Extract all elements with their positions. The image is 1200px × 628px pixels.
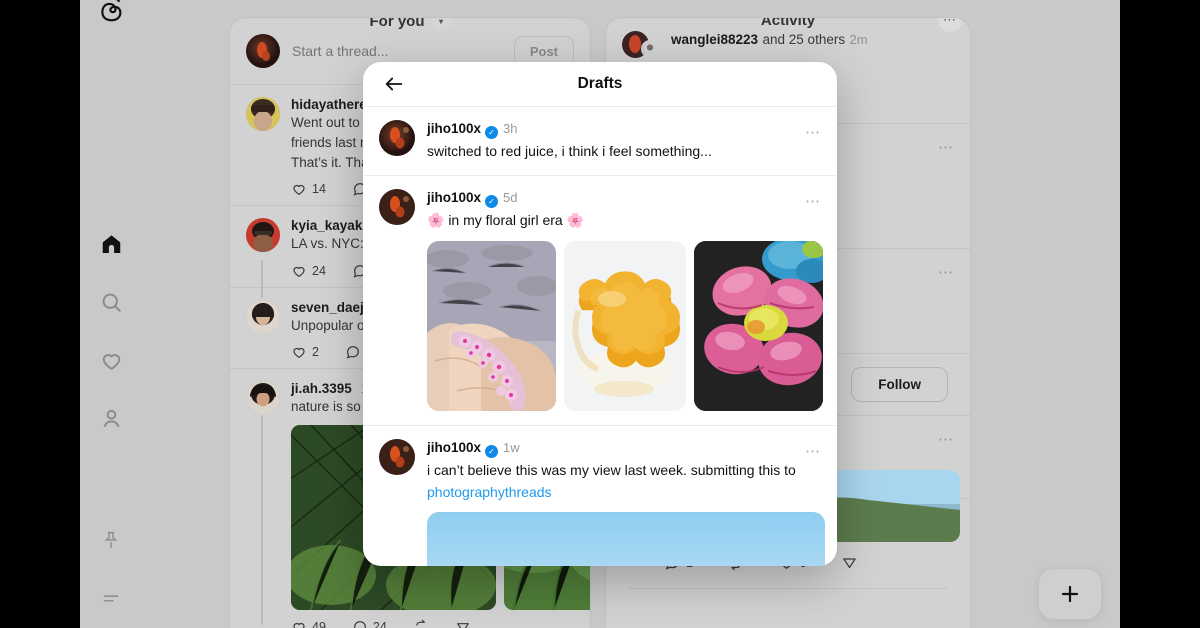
draft-text: switched to red juice, i think i feel so…: [427, 143, 712, 159]
verified-badge-icon: ✓: [485, 195, 499, 209]
ellipsis-icon[interactable]: ⋯: [805, 192, 821, 210]
sidebar: [80, 0, 142, 628]
draft-media-image[interactable]: [564, 240, 686, 411]
feed-column-header: For you ▾: [230, 18, 590, 31]
ellipsis-icon[interactable]: ⋯: [938, 138, 954, 156]
drafts-modal-title: Drafts: [577, 75, 623, 92]
divider: [628, 588, 948, 589]
draft-text: i can’t believe this was my view last we…: [427, 461, 796, 478]
feed-tab-label: For you: [369, 18, 425, 30]
draft-timestamp: 5d: [503, 190, 518, 206]
like-count: 2: [312, 344, 319, 359]
like-action[interactable]: 2: [291, 344, 319, 360]
sidebar-item-activity[interactable]: [89, 338, 133, 382]
pin-icon[interactable]: [89, 518, 133, 562]
draft-timestamp: 1w: [503, 439, 520, 455]
back-arrow-icon[interactable]: [379, 69, 409, 99]
sidebar-primary-nav: [80, 222, 142, 440]
ellipsis-icon[interactable]: ⋯: [805, 123, 821, 141]
thread-connector: [261, 414, 263, 625]
verified-badge-icon: ✓: [485, 444, 499, 458]
activity-timestamp: 2m: [849, 32, 868, 47]
avatar: [622, 31, 660, 63]
create-post-button[interactable]: [1038, 568, 1102, 620]
post-username[interactable]: kyia_kayaks: [291, 218, 370, 233]
drafts-modal-header: Drafts: [363, 62, 837, 107]
avatar[interactable]: [379, 438, 415, 475]
ellipsis-icon[interactable]: ⋯: [938, 430, 954, 448]
draft-media-carousel[interactable]: [427, 240, 823, 411]
verified-badge-icon: ✓: [485, 126, 499, 139]
avatar[interactable]: [246, 218, 280, 253]
draft-tag-link[interactable]: photographythreads: [427, 482, 821, 502]
draft-media-carousel[interactable]: [427, 512, 825, 566]
avatar: [246, 34, 280, 68]
avatar[interactable]: [379, 189, 415, 226]
reply-count: 24: [372, 619, 387, 628]
draft-item[interactable]: ⋯ jiho100x ✓ 1w i can’t believe this was m…: [363, 426, 837, 566]
sidebar-item-search[interactable]: [89, 280, 133, 324]
threads-logo-icon[interactable]: [96, 0, 126, 26]
post-username[interactable]: ji.ah.3395: [291, 381, 352, 396]
activity-username[interactable]: wanglei88223: [671, 32, 758, 47]
draft-text: 🌸 in my floral girl era 🌸: [427, 212, 585, 229]
sidebar-item-home[interactable]: [89, 222, 133, 266]
post-username[interactable]: hidayathere2: [291, 97, 374, 112]
like-action[interactable]: 14: [291, 181, 326, 197]
ellipsis-icon[interactable]: ⋯: [938, 263, 954, 281]
draft-media-image[interactable]: [427, 512, 825, 566]
menu-icon[interactable]: [89, 576, 133, 620]
draft-username[interactable]: jiho100x: [427, 440, 481, 455]
draft-item[interactable]: ⋯ jiho100x ✓ 3h switched to red juice, i t…: [363, 107, 837, 177]
draft-media-image[interactable]: [694, 240, 823, 411]
draft-timestamp: 3h: [503, 121, 518, 136]
repost-action[interactable]: [413, 619, 429, 628]
activity-others: and 25 others: [762, 32, 846, 47]
sidebar-item-profile[interactable]: [89, 396, 133, 440]
avatar[interactable]: [379, 120, 415, 156]
sidebar-secondary-nav: [80, 518, 142, 620]
ellipsis-icon[interactable]: ⋯: [805, 442, 821, 460]
reply-action[interactable]: 24: [352, 619, 387, 628]
drafts-modal: Drafts ⋯ jiho100x ✓ 3h switched to red jui…: [363, 62, 837, 566]
like-count: 14: [312, 182, 326, 197]
share-action[interactable]: [455, 619, 471, 628]
screen: For you ▾ Post hidayathere2 We: [0, 0, 1200, 628]
like-action[interactable]: 49: [291, 619, 326, 628]
avatar[interactable]: [246, 299, 280, 334]
follow-button[interactable]: Follow: [851, 367, 948, 403]
drafts-list[interactable]: ⋯ jiho100x ✓ 3h switched to red juice, i t…: [363, 107, 837, 566]
draft-item[interactable]: ⋯ jiho100x ✓ 5d 🌸 in my floral girl era 🌸: [363, 176, 837, 426]
like-count: 49: [312, 619, 326, 628]
chevron-down-icon[interactable]: ▾: [431, 18, 451, 31]
thread-composer-input[interactable]: [292, 43, 502, 59]
like-action[interactable]: 24: [291, 263, 326, 279]
avatar[interactable]: [246, 380, 280, 415]
draft-username[interactable]: jiho100x: [427, 121, 481, 136]
avatar[interactable]: [246, 97, 280, 131]
share-action[interactable]: [841, 554, 858, 571]
like-count: 24: [312, 263, 326, 278]
draft-media-image[interactable]: [427, 240, 556, 411]
draft-username[interactable]: jiho100x: [427, 190, 481, 205]
